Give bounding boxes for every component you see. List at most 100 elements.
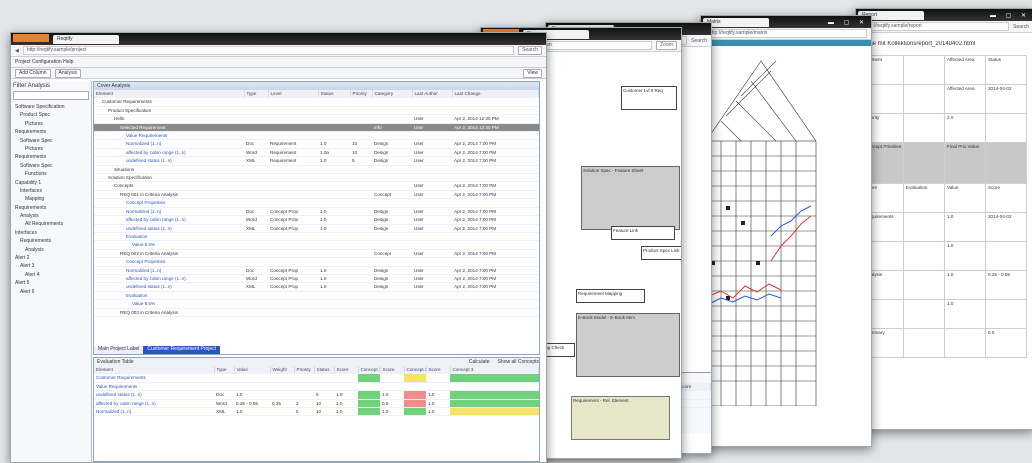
- table-row[interactable]: affected by cabin range (1..n) Word Concep…: [94, 274, 539, 284]
- column-header[interactable]: Score: [380, 366, 405, 375]
- tree-item[interactable]: Functions: [11, 170, 91, 178]
- column-header[interactable]: Last Change: [452, 90, 539, 99]
- zoom-select[interactable]: Zoom: [656, 41, 677, 50]
- main-tab[interactable]: Reqtify: [53, 35, 119, 44]
- table-row[interactable]: Normalized (1..n) Doc Concept Prop 1.0 Desig…: [94, 207, 539, 217]
- table-row[interactable]: Concepts User Apr 2, 2014 7:00 PM: [94, 181, 539, 191]
- search-field[interactable]: Search: [1013, 24, 1029, 30]
- table-row[interactable]: undefined status (1..n) XML Concept Prop 1.…: [94, 282, 539, 292]
- table-row[interactable]: Hello User Apr 2, 2014 12:30 PM: [94, 114, 539, 124]
- tree-item[interactable]: Requirements: [11, 204, 91, 212]
- tree-item[interactable]: Pictures: [11, 120, 91, 128]
- table-row[interactable]: Concept Properties: [94, 198, 539, 208]
- tree-item[interactable]: Analysis: [11, 212, 91, 220]
- table-row[interactable]: undefined status (1..n) XML Requirement 1.0…: [94, 156, 539, 166]
- table-row[interactable]: undefined status (1..n) XML Concept Prop 1.…: [94, 224, 539, 233]
- evaluation-row[interactable]: Normalized (1..n) XML 1.0 5 10 1.0 1.0 1.0: [94, 407, 539, 417]
- tree-item[interactable]: Alert 4: [11, 271, 91, 279]
- search-field[interactable]: Search: [691, 38, 707, 44]
- column-header[interactable]: Element: [94, 90, 245, 99]
- table-row[interactable]: REQ 003 in Criteria Analysis: [94, 308, 539, 317]
- tab-main-project[interactable]: Main Project Label: [94, 346, 144, 354]
- table-row[interactable]: Solution Specification: [94, 173, 539, 183]
- column-header[interactable]: Priority: [350, 90, 373, 99]
- column-header[interactable]: Concept 2: [404, 366, 427, 375]
- column-header[interactable]: Status: [314, 366, 335, 375]
- evaluation-row[interactable]: affected by cabin range (1..n) Word 0.25 -…: [94, 399, 539, 409]
- tree-item[interactable]: Alert 2: [11, 254, 91, 262]
- tree-item[interactable]: Interfaces: [11, 229, 91, 237]
- column-header[interactable]: Category: [372, 90, 413, 99]
- tree-item[interactable]: Alert 6: [11, 288, 91, 296]
- column-header[interactable]: Last Author: [412, 90, 453, 99]
- column-header[interactable]: Concept 3: [450, 366, 539, 375]
- tree-item[interactable]: Alert 3: [11, 262, 91, 270]
- search-field[interactable]: Search: [518, 46, 542, 55]
- column-header[interactable]: Weight: [270, 366, 295, 375]
- tree-item[interactable]: Alert 5: [11, 279, 91, 287]
- diagram-node[interactable]: Solution Spec - Feature Sheet: [581, 166, 680, 230]
- table-row[interactable]: Evaluation: [94, 232, 539, 242]
- table-row[interactable]: Product Specification: [94, 106, 539, 116]
- column-header[interactable]: Level: [268, 90, 319, 99]
- tree-item[interactable]: Software Spec: [11, 162, 91, 170]
- table-row[interactable]: Normalized (1..n) Doc Concept Prop 1.0 Desig…: [94, 266, 539, 275]
- table-row[interactable]: affected by cabin range (1..n) Word Concep…: [94, 215, 539, 225]
- column-header[interactable]: Status: [318, 90, 351, 99]
- table-row[interactable]: Selected Requirement Info User Apr 2, 2014 …: [94, 123, 539, 133]
- evaluation-row[interactable]: Customer Requirements: [94, 373, 539, 383]
- filter-input[interactable]: [13, 91, 89, 100]
- diagram-node[interactable]: Product Spec Link: [641, 246, 681, 260]
- column-header[interactable]: Type: [214, 366, 235, 375]
- coverage-panel-title[interactable]: Cover Analysis: [94, 82, 539, 90]
- tree-item[interactable]: Interfaces: [11, 187, 91, 195]
- evaluation-row[interactable]: undefined status (1..n) Doc 1.0 5 1.0 1.0 1.0: [94, 390, 539, 400]
- analysis-button[interactable]: Analysis: [54, 68, 82, 78]
- tab-customer-requirement[interactable]: Customer Requirement Project: [143, 346, 221, 354]
- tree-item[interactable]: Analysis: [11, 246, 91, 254]
- tree-item[interactable]: Pictures: [11, 145, 91, 153]
- matrix-tab[interactable]: Matrix: [703, 18, 769, 27]
- table-row[interactable]: Customer Requirements: [94, 97, 539, 107]
- table-row[interactable]: Concept Properties: [94, 257, 539, 267]
- window-controls[interactable]: ▬ ▢ ✕: [828, 19, 868, 26]
- diagram-node[interactable]: Feature Link: [611, 226, 675, 240]
- column-header[interactable]: Score: [426, 366, 451, 375]
- tree-item[interactable]: All Requirements: [11, 220, 91, 228]
- diagram-node[interactable]: Requirement Mapping: [576, 289, 645, 303]
- address-field[interactable]: http://reqtify.sample/report: [860, 22, 1010, 31]
- table-row[interactable]: Value Requirements: [94, 131, 539, 141]
- tree-item[interactable]: Mapping: [11, 195, 91, 203]
- view-button[interactable]: View: [523, 68, 542, 78]
- diagram-node[interactable]: Requirement - Rel. Element: [571, 396, 670, 440]
- table-row[interactable]: Situations: [94, 165, 539, 175]
- address-field[interactable]: http://reqtify.sample/matrix: [705, 29, 867, 38]
- show-concepts-button[interactable]: Show all Concepts: [498, 358, 539, 366]
- diagram-node[interactable]: Customer Lvl 0 Req: [621, 86, 677, 110]
- back-icon[interactable]: ◀: [15, 48, 19, 54]
- address-field[interactable]: http://reqtify.sample/project: [22, 46, 515, 55]
- tree-item[interactable]: Software Spec: [11, 137, 91, 145]
- column-header[interactable]: Score: [334, 366, 359, 375]
- column-header[interactable]: Priority: [294, 366, 315, 375]
- tree-item[interactable]: Requirements: [11, 153, 91, 161]
- diagram-node[interactable]: E-Book Model - E-Book Item: [576, 313, 680, 377]
- tree-item[interactable]: Capability 1: [11, 179, 91, 187]
- column-header[interactable]: Concept 1: [358, 366, 381, 375]
- tree-item[interactable]: Requirements: [11, 128, 91, 136]
- column-header[interactable]: Value: [234, 366, 271, 375]
- window-controls[interactable]: ▬ ▢ ✕: [990, 12, 1030, 19]
- evaluation-row[interactable]: Value Requirements: [94, 382, 539, 392]
- menu-items[interactable]: Project Configuration Help: [15, 59, 73, 65]
- table-row[interactable]: Evaluation: [94, 291, 539, 301]
- add-column-button[interactable]: Add Column: [15, 68, 51, 78]
- table-row[interactable]: Value 8.5%: [94, 299, 539, 309]
- table-row[interactable]: affected by cabin range (1..n) Word Requir…: [94, 148, 539, 158]
- tree-item[interactable]: Software Specification: [11, 103, 91, 111]
- table-row[interactable]: Normalized (1..n) Doc Requirement 1.0 10 Desi…: [94, 139, 539, 149]
- tree-item[interactable]: Product Spec: [11, 111, 91, 119]
- tree-item[interactable]: Requirements: [11, 237, 91, 245]
- column-header[interactable]: Element: [94, 366, 215, 375]
- table-row[interactable]: REQ 001 in Criteria Analysis Concept User A…: [94, 190, 539, 200]
- column-header[interactable]: Type: [244, 90, 269, 99]
